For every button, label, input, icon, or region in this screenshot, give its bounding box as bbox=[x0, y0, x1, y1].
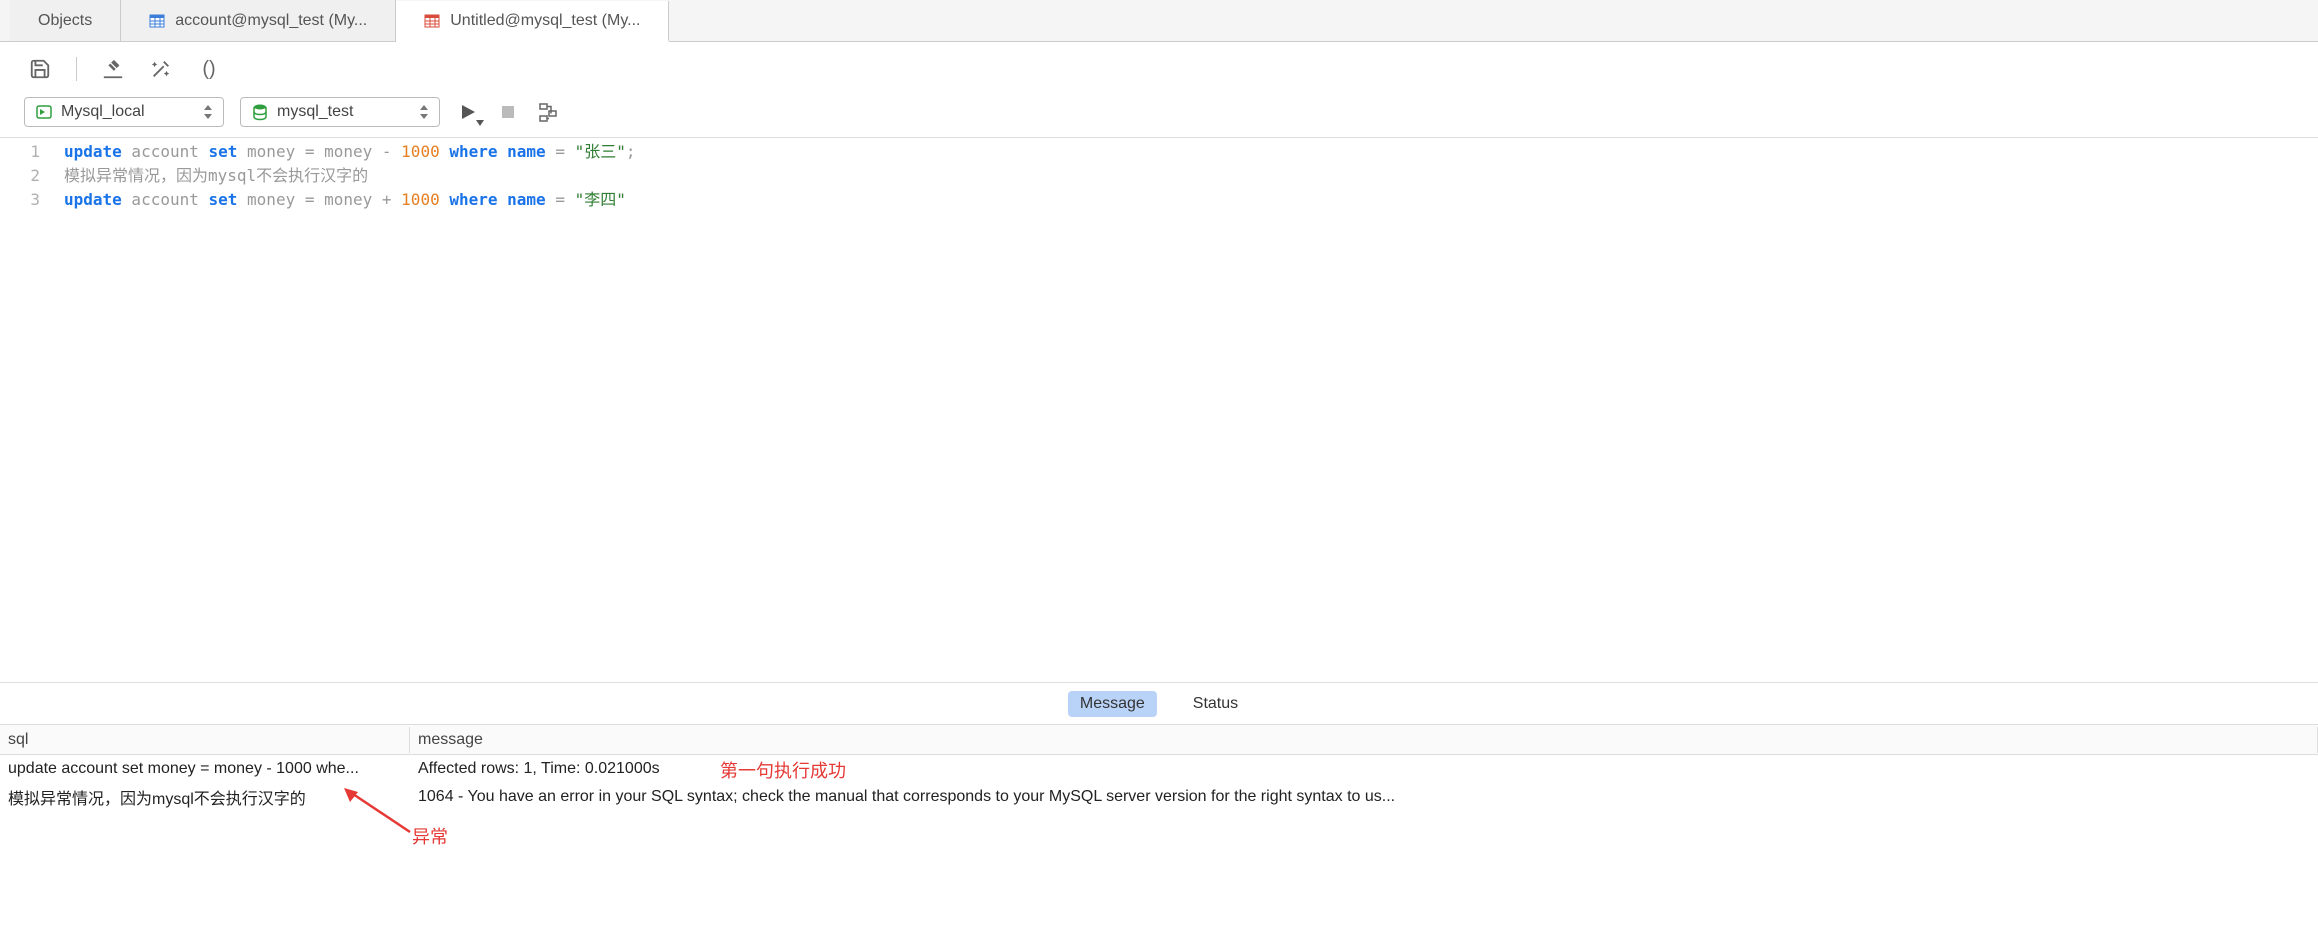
server-name: Mysql_local bbox=[61, 103, 189, 121]
database-name: mysql_test bbox=[277, 103, 405, 121]
connection-toolbar: Mysql_local mysql_test bbox=[0, 90, 2318, 138]
code-line: update account set money = money + 1000 … bbox=[64, 188, 2318, 212]
editor: 123 update account set money = money - 1… bbox=[0, 138, 2318, 682]
toolbar: () bbox=[0, 42, 2318, 90]
chevron-updown-icon bbox=[413, 105, 429, 119]
chevron-updown-icon bbox=[197, 105, 213, 119]
tab-account[interactable]: account@mysql_test (My... bbox=[121, 0, 396, 41]
code-content: update account set money = money - 1000 … bbox=[52, 140, 2318, 682]
line-gutter: 123 bbox=[0, 140, 52, 682]
results-row[interactable]: update account set money = money - 1000 … bbox=[0, 755, 2318, 783]
results-panel: sql message update account set money = m… bbox=[0, 724, 2318, 934]
hammer-icon[interactable] bbox=[101, 57, 125, 81]
annotation-error: 异常 bbox=[412, 823, 448, 849]
results-header: sql message bbox=[0, 725, 2318, 755]
document-tabs: Objects account@mysql_test (My... Untitl… bbox=[0, 0, 2318, 42]
line-number: 2 bbox=[0, 164, 40, 188]
sql-editor[interactable]: 123 update account set money = money - 1… bbox=[0, 138, 2318, 682]
query-table-icon bbox=[424, 13, 440, 29]
tab-status[interactable]: Status bbox=[1181, 691, 1250, 717]
toolbar-divider bbox=[76, 57, 77, 81]
cell-sql: 模拟异常情况，因为mysql不会执行汉字的 bbox=[0, 783, 410, 811]
code-line: update account set money = money - 1000 … bbox=[64, 140, 2318, 164]
tab-label: Untitled@mysql_test (My... bbox=[450, 12, 640, 30]
cell-message: Affected rows: 1, Time: 0.021000s bbox=[410, 758, 2318, 780]
tab-label: Objects bbox=[38, 12, 92, 30]
column-sql[interactable]: sql bbox=[0, 727, 410, 753]
table-icon bbox=[149, 13, 165, 29]
column-message[interactable]: message bbox=[410, 727, 2318, 753]
cell-sql: update account set money = money - 1000 … bbox=[0, 758, 410, 780]
result-tabs: Message Status bbox=[0, 682, 2318, 724]
cell-message: 1064 - You have an error in your SQL syn… bbox=[410, 786, 2318, 808]
results-row[interactable]: 模拟异常情况，因为mysql不会执行汉字的 1064 - You have an… bbox=[0, 783, 2318, 811]
tab-untitled[interactable]: Untitled@mysql_test (My... bbox=[396, 1, 669, 42]
database-dropdown[interactable]: mysql_test bbox=[240, 97, 440, 127]
line-number: 3 bbox=[0, 188, 40, 212]
parentheses-icon[interactable]: () bbox=[197, 57, 221, 81]
tab-objects[interactable]: Objects bbox=[10, 0, 121, 41]
run-icon[interactable] bbox=[456, 100, 480, 124]
stop-icon[interactable] bbox=[496, 100, 520, 124]
explain-icon[interactable] bbox=[536, 100, 560, 124]
tab-label: account@mysql_test (My... bbox=[175, 12, 367, 30]
connection-icon bbox=[35, 103, 53, 121]
database-icon bbox=[251, 103, 269, 121]
code-line: 模拟异常情况，因为mysql不会执行汉字的 bbox=[64, 164, 2318, 188]
line-number: 1 bbox=[0, 140, 40, 164]
wand-icon[interactable] bbox=[149, 57, 173, 81]
tab-message[interactable]: Message bbox=[1068, 691, 1157, 717]
server-dropdown[interactable]: Mysql_local bbox=[24, 97, 224, 127]
save-icon[interactable] bbox=[28, 57, 52, 81]
